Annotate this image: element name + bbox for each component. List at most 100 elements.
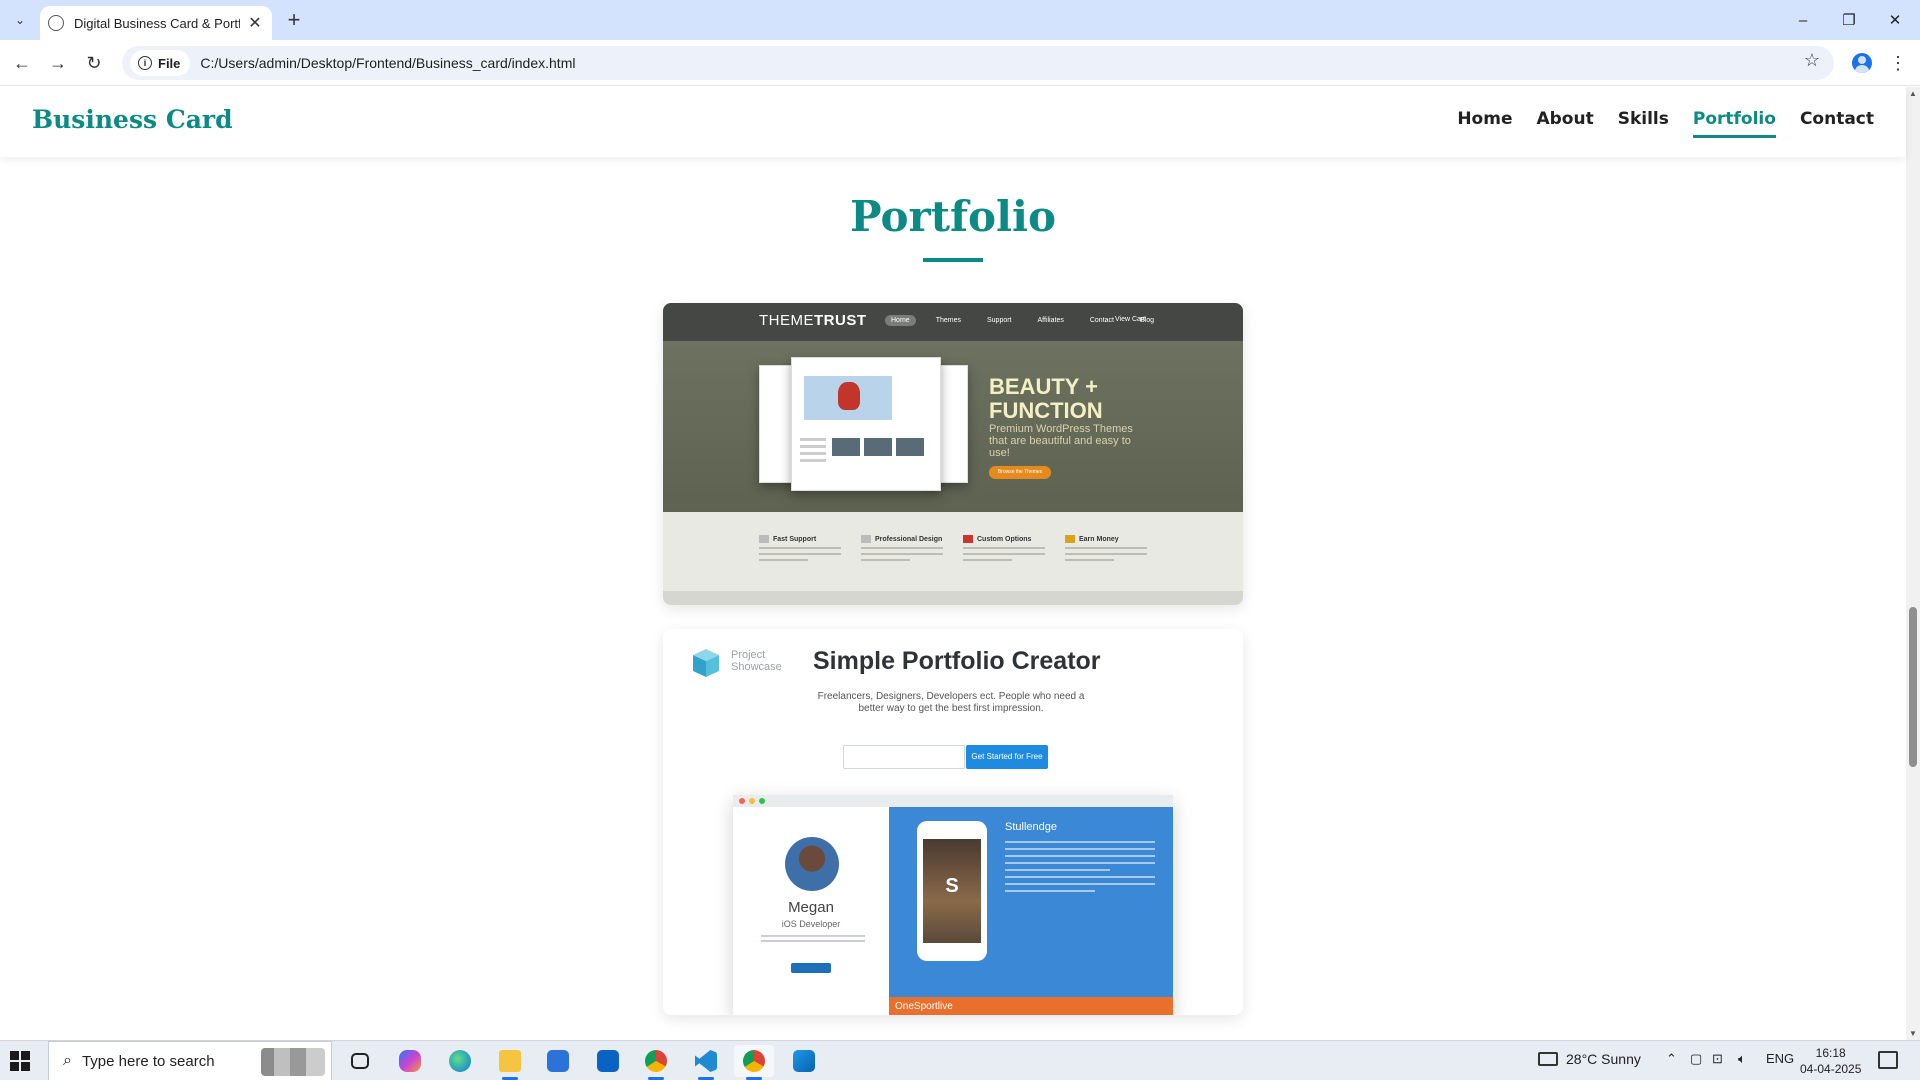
volume-icon[interactable]: 🔈︎ (1738, 1051, 1746, 1067)
network-icon[interactable]: ⊡ (1712, 1051, 1723, 1067)
outlook-icon[interactable] (588, 1045, 628, 1077)
taskbar-search-placeholder: Type here to search (81, 1052, 215, 1070)
mock-profile-panel: Megan iOS Developer (733, 807, 889, 1015)
support-icon (759, 535, 769, 543)
restore-button[interactable]: ❐ (1826, 0, 1872, 40)
search-highlight-image (261, 1048, 325, 1076)
site-header: Business Card Home About Skills Portfoli… (0, 87, 1906, 157)
chrome-active-window-icon[interactable] (734, 1045, 774, 1080)
url-text[interactable]: C:/Users/admin/Desktop/Frontend/Business… (200, 55, 575, 71)
themetrust-cart: View Cart (1115, 316, 1146, 323)
project-showcase-headline: Simple Portfolio Creator (813, 647, 1101, 675)
themetrust-nav-affiliates: Affiliates (1037, 317, 1064, 324)
site-info-chip[interactable]: i File (130, 50, 191, 76)
feature-professional-design: Professional Design (861, 535, 943, 565)
tab-close-icon[interactable]: ✕ (246, 13, 264, 33)
tools-icon (963, 535, 973, 543)
nav-portfolio[interactable]: Portfolio (1692, 109, 1776, 138)
title-underline (923, 258, 983, 262)
address-bar[interactable]: i File C:/Users/admin/Desktop/Frontend/B… (122, 46, 1834, 80)
portfolio-card-project-showcase[interactable]: Project Showcase Simple Portfolio Creato… (663, 629, 1243, 1015)
nav-contact[interactable]: Contact (1800, 109, 1874, 138)
notification-center-icon[interactable] (1878, 1051, 1898, 1069)
design-icon (861, 535, 871, 543)
section-title: Portfolio (849, 192, 1056, 241)
tab-strip: ⌄ Digital Business Card & Portfolio ✕ + … (0, 0, 1920, 40)
themetrust-headline: BEAUTY + FUNCTION (989, 374, 1103, 423)
portfolio-card-themetrust[interactable]: THEMETRUST Home Themes Support Affiliate… (663, 303, 1243, 605)
copilot-icon[interactable] (390, 1045, 430, 1077)
vscode-icon[interactable] (686, 1045, 726, 1080)
site-nav: Home About Skills Portfolio Contact (1457, 109, 1874, 138)
page-viewport: Business Card Home About Skills Portfoli… (0, 87, 1920, 1040)
info-icon: i (138, 56, 152, 70)
browser-tab-active[interactable]: Digital Business Card & Portfolio ✕ (40, 6, 272, 40)
windows-taskbar: ⌕ Type here to search 28°C Sunny ⌃ ▢ ⊡ 🔈… (0, 1040, 1920, 1080)
scroll-down-arrow-icon[interactable]: ▼ (1909, 1029, 1917, 1038)
browser-menu-button[interactable]: ⋮ (1884, 49, 1912, 77)
bookmark-star-icon[interactable]: ☆ (1804, 50, 1820, 71)
windows-start-icon[interactable] (10, 1051, 30, 1071)
browser-toolbar: ← → ↻ i File C:/Users/admin/Desktop/Fron… (0, 40, 1920, 86)
profile-button (791, 963, 831, 973)
phone-mockup: S (917, 821, 987, 961)
feature-fast-support: Fast Support (759, 535, 841, 565)
project-showcase-app-screenshot: Megan iOS Developer S Stullendge OneSpor… (733, 795, 1173, 1015)
themetrust-nav-home: Home (885, 315, 916, 326)
reload-button[interactable]: ↻ (80, 49, 108, 77)
site-info-label: File (158, 55, 181, 71)
page-scrollbar[interactable]: ▲ ▼ (1906, 87, 1920, 1040)
microsoft-store-icon[interactable] (538, 1045, 578, 1077)
file-explorer-icon[interactable] (490, 1045, 530, 1080)
themetrust-hero: BEAUTY + FUNCTION Premium WordPress Them… (663, 341, 1243, 512)
project-title: Stullendge (1005, 821, 1057, 833)
feature-earn-money: Earn Money (1065, 535, 1147, 565)
mock-project-panel: S Stullendge (889, 807, 1173, 997)
profile-name: Megan (788, 899, 834, 916)
back-button[interactable]: ← (8, 49, 36, 77)
themetrust-subhead: Premium WordPress Themes that are beauti… (989, 423, 1133, 459)
project-showcase-description: Freelancers, Designers, Developers ect. … (817, 691, 1085, 714)
profile-avatar-icon (1852, 53, 1872, 73)
themetrust-footer-strip (663, 591, 1243, 605)
taskbar-search-box[interactable]: ⌕ Type here to search (48, 1041, 332, 1080)
search-icon: ⌕ (63, 1052, 72, 1069)
nav-skills[interactable]: Skills (1618, 109, 1669, 138)
minimize-button[interactable]: – (1780, 0, 1826, 40)
themetrust-nav-support: Support (986, 317, 1012, 324)
forward-button[interactable]: → (44, 49, 72, 77)
site-brand[interactable]: Business Card (32, 105, 233, 134)
scroll-up-arrow-icon[interactable]: ▲ (1909, 89, 1917, 98)
show-hidden-icons-icon[interactable]: ⌃ (1666, 1051, 1677, 1067)
feature-custom-options: Custom Options (963, 535, 1045, 565)
themetrust-navbar: THEMETRUST Home Themes Support Affiliate… (663, 303, 1243, 341)
tab-search-chevron-icon[interactable]: ⌄ (8, 8, 32, 32)
task-view-icon[interactable] (340, 1045, 380, 1077)
red-deer-illustration (804, 376, 892, 420)
new-tab-button[interactable]: + (280, 6, 308, 34)
weather-icon (1538, 1052, 1558, 1066)
language-indicator[interactable]: ENG (1766, 1051, 1794, 1066)
profile-role: iOS Developer (781, 919, 841, 929)
themetrust-features: Fast Support Professional Design Custom … (759, 535, 1147, 565)
project-showcase-cta: Get Started for Free (966, 745, 1048, 769)
weather-text: 28°C Sunny (1566, 1051, 1641, 1067)
photos-app-icon[interactable] (784, 1045, 824, 1077)
nav-about[interactable]: About (1536, 109, 1593, 138)
edge-icon[interactable] (440, 1045, 480, 1077)
weather-widget[interactable]: 28°C Sunny (1538, 1051, 1641, 1067)
system-clock[interactable]: 16:18 04-04-2025 (1800, 1045, 1861, 1077)
nav-home[interactable]: Home (1457, 109, 1512, 138)
scroll-thumb[interactable] (1909, 607, 1917, 767)
phone-screen: S (923, 839, 981, 943)
tab-title: Digital Business Card & Portfolio (74, 15, 240, 31)
themetrust-nav-themes: Themes (935, 317, 961, 324)
window-close-button[interactable]: ✕ (1872, 0, 1918, 40)
money-icon (1065, 535, 1075, 543)
clock-date: 04-04-2025 (1800, 1062, 1862, 1076)
chrome-icon[interactable] (636, 1045, 676, 1080)
meet-now-icon[interactable]: ▢ (1690, 1051, 1702, 1067)
profile-button[interactable] (1848, 49, 1876, 77)
project-showcase-email-input (843, 745, 965, 769)
project-showcase-logo-icon (693, 649, 719, 677)
